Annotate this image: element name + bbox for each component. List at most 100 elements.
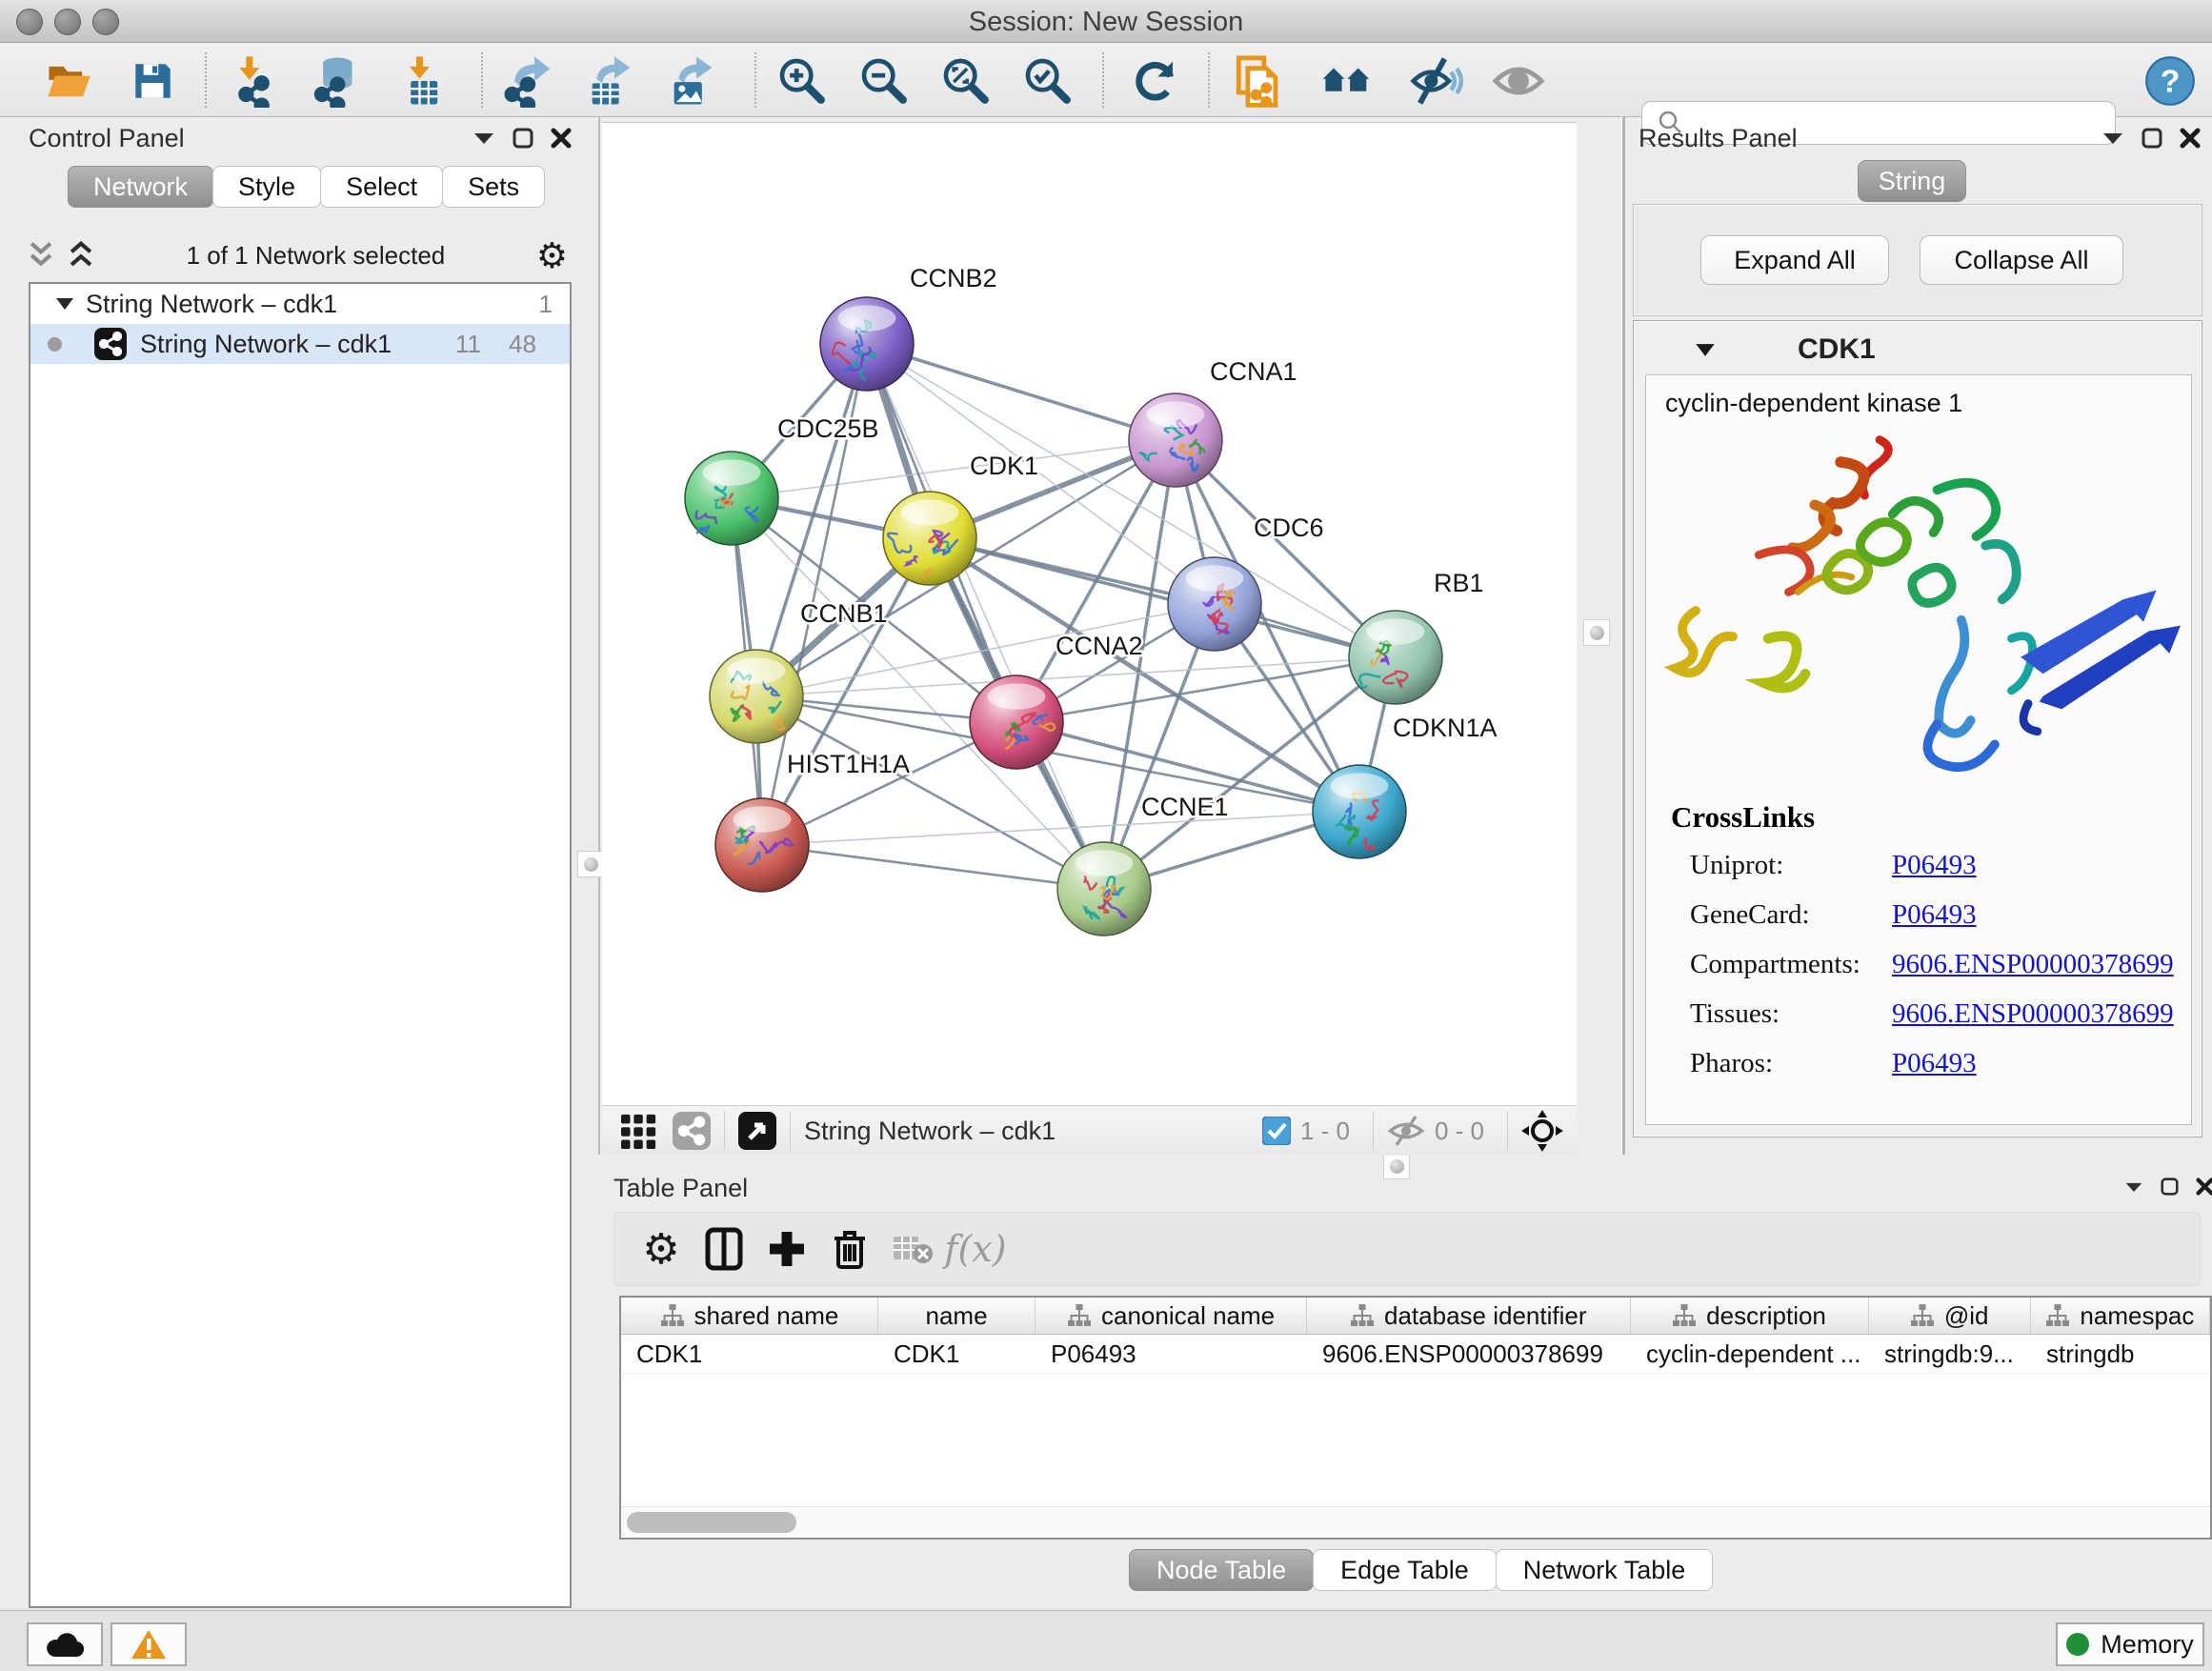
- crosslink-link[interactable]: 9606.ENSP00000378699: [1892, 949, 2174, 979]
- network-edge[interactable]: [867, 344, 1104, 889]
- column-header--id[interactable]: @id: [1869, 1298, 2031, 1334]
- column-header-database-identifier[interactable]: database identifier: [1307, 1298, 1631, 1334]
- panel-menu-icon[interactable]: [473, 131, 495, 146]
- table-cell[interactable]: stringdb:9...: [1869, 1335, 2031, 1373]
- refresh-icon[interactable]: [1127, 54, 1184, 108]
- table-cell[interactable]: CDK1: [621, 1335, 878, 1373]
- warnings-button[interactable]: [111, 1622, 187, 1666]
- control-panel-divider[interactable]: [598, 116, 600, 1155]
- network-row[interactable]: String Network – cdk1 11 48: [30, 324, 570, 364]
- tab-network-table[interactable]: Network Table: [1496, 1549, 1714, 1591]
- network-edge[interactable]: [762, 845, 1104, 889]
- column-header-name[interactable]: name: [878, 1298, 1036, 1334]
- network-edge[interactable]: [867, 344, 1176, 440]
- tab-node-table[interactable]: Node Table: [1129, 1549, 1314, 1591]
- tab-style[interactable]: Style: [212, 166, 321, 208]
- zoom-in-icon[interactable]: [774, 54, 831, 108]
- network-node-RB1[interactable]: [1349, 611, 1442, 704]
- tab-edge-table[interactable]: Edge Table: [1313, 1549, 1497, 1591]
- results-panel-divider-grip[interactable]: [1583, 619, 1610, 646]
- network-node-CCNB1[interactable]: [710, 650, 803, 743]
- panel-close-icon[interactable]: [551, 128, 572, 149]
- table-cell[interactable]: P06493: [1036, 1335, 1307, 1373]
- network-node-HIST1H1A[interactable]: [715, 798, 809, 892]
- collapse-all-icon[interactable]: [27, 240, 55, 271]
- table-cell[interactable]: CDK1: [878, 1335, 1036, 1373]
- clone-network-icon[interactable]: [1231, 54, 1288, 108]
- zoom-out-icon[interactable]: [855, 54, 913, 108]
- crosslink-link[interactable]: 9606.ENSP00000378699: [1892, 998, 2174, 1029]
- column-header-canonical-name[interactable]: canonical name: [1036, 1298, 1307, 1334]
- grid-view-icon[interactable]: [621, 1113, 657, 1149]
- network-collection-row[interactable]: String Network – cdk1 1: [30, 284, 570, 324]
- network-options-gear-icon[interactable]: ⚙: [536, 238, 568, 273]
- export-network-icon[interactable]: [499, 54, 556, 108]
- tab-sets[interactable]: Sets: [442, 166, 545, 208]
- birdseye-toggle-icon[interactable]: [738, 1112, 776, 1150]
- tab-string[interactable]: String: [1858, 160, 1966, 202]
- selected-checkbox-icon[interactable]: [1262, 1117, 1291, 1145]
- crosslink-link[interactable]: P06493: [1892, 899, 1977, 930]
- export-image-icon[interactable]: [661, 54, 718, 108]
- table-options-gear-icon[interactable]: ⚙: [630, 1220, 693, 1278]
- crosslink-link[interactable]: P06493: [1892, 850, 1977, 880]
- entry-expander-icon[interactable]: [1695, 343, 1716, 357]
- help-icon[interactable]: ?: [2142, 54, 2199, 108]
- delete-table-icon[interactable]: [881, 1220, 944, 1278]
- panel-menu-icon[interactable]: [2124, 1180, 2143, 1194]
- table-cell[interactable]: cyclin-dependent ...: [1631, 1335, 1869, 1373]
- expand-all-button[interactable]: Expand All: [1700, 235, 1889, 285]
- collapse-all-button[interactable]: Collapse All: [1920, 235, 2123, 285]
- column-header-shared-name[interactable]: shared name: [621, 1298, 878, 1334]
- export-table-icon[interactable]: [579, 54, 636, 108]
- table-cell[interactable]: 9606.ENSP00000378699: [1307, 1335, 1631, 1373]
- string-view-icon[interactable]: [673, 1112, 711, 1150]
- column-header-description[interactable]: description: [1631, 1298, 1869, 1334]
- memory-button[interactable]: Memory: [2056, 1622, 2204, 1666]
- collection-expander-icon[interactable]: [55, 297, 74, 311]
- import-network-database-icon[interactable]: [307, 54, 364, 108]
- network-node-CCNE1[interactable]: [1057, 842, 1151, 936]
- network-node-CDKN1A[interactable]: [1313, 765, 1406, 858]
- panel-close-icon[interactable]: [2196, 1178, 2212, 1196]
- open-session-icon[interactable]: [40, 54, 97, 108]
- expand-all-icon[interactable]: [67, 240, 95, 271]
- tab-network[interactable]: Network: [68, 166, 213, 208]
- scrollbar-thumb[interactable]: [627, 1512, 796, 1533]
- control-panel-divider-grip[interactable]: [577, 851, 604, 877]
- table-row[interactable]: CDK1CDK1P064939606.ENSP00000378699cyclin…: [621, 1335, 2210, 1374]
- network-node-CDC25B[interactable]: [685, 452, 778, 545]
- network-graph[interactable]: CCNB2CCNA1CDC25BCDK1CDC6RB1CCNB1CCNA2CDK…: [602, 123, 1577, 1106]
- table-cell[interactable]: stringdb: [2031, 1335, 2210, 1373]
- import-network-file-icon[interactable]: [229, 54, 286, 108]
- cloud-button[interactable]: [27, 1622, 103, 1666]
- zoom-selected-icon[interactable]: [1019, 54, 1076, 108]
- fit-selected-crosshair-icon[interactable]: [1521, 1110, 1563, 1152]
- column-header-namespac[interactable]: namespac: [2031, 1298, 2210, 1334]
- delete-column-trash-icon[interactable]: [818, 1220, 881, 1278]
- network-node-CCNA2[interactable]: [970, 675, 1063, 769]
- hide-graphics-details-icon[interactable]: [1407, 54, 1464, 108]
- panel-float-icon[interactable]: [2142, 128, 2162, 149]
- network-edge[interactable]: [930, 538, 1396, 657]
- network-node-CCNA1[interactable]: [1129, 393, 1222, 487]
- panel-float-icon[interactable]: [513, 128, 533, 149]
- hidden-eye-icon[interactable]: [1387, 1115, 1425, 1147]
- function-builder-icon[interactable]: f(x): [944, 1220, 1007, 1278]
- show-graphics-details-icon[interactable]: [1490, 54, 1547, 108]
- network-node-CDK1[interactable]: [883, 492, 976, 585]
- import-table-file-icon[interactable]: [394, 54, 452, 108]
- tab-select[interactable]: Select: [320, 166, 443, 208]
- panel-float-icon[interactable]: [2161, 1178, 2179, 1196]
- network-canvas[interactable]: CCNB2CCNA1CDC25BCDK1CDC6RB1CCNB1CCNA2CDK…: [602, 122, 1577, 1106]
- save-session-icon[interactable]: [124, 54, 181, 108]
- zoom-fit-icon[interactable]: [937, 54, 995, 108]
- panel-menu-icon[interactable]: [2101, 131, 2124, 146]
- birdseye-view-icon[interactable]: [1319, 54, 1377, 108]
- table-horizontal-scrollbar[interactable]: [621, 1506, 2210, 1538]
- network-node-CDC6[interactable]: [1168, 557, 1261, 651]
- crosslink-link[interactable]: P06493: [1892, 1048, 1977, 1078]
- network-node-CCNB2[interactable]: [820, 297, 914, 391]
- show-columns-icon[interactable]: [693, 1220, 755, 1278]
- add-column-icon[interactable]: [755, 1220, 818, 1278]
